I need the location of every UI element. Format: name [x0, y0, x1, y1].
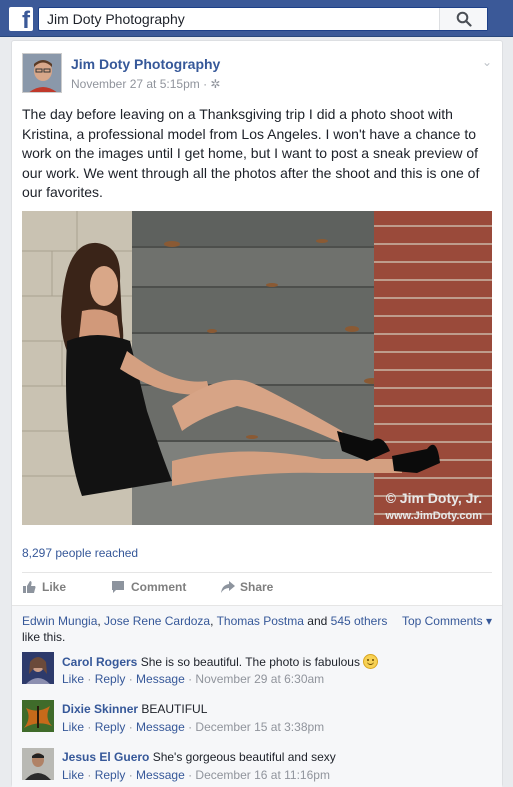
comments-section: Edwin Mungia, Jose Rene Cardoza, Thomas …	[12, 605, 502, 787]
meta-sep: ·	[184, 672, 196, 686]
comment-text: Dixie Skinner BEAUTIFUL	[62, 702, 207, 716]
thumbs-up-icon	[23, 581, 36, 593]
search-button[interactable]	[439, 8, 487, 30]
like-button[interactable]: Like	[23, 580, 67, 594]
commenter-avatar[interactable]	[22, 652, 54, 684]
facebook-logo-icon[interactable]: f	[9, 7, 33, 33]
comment-meta: Like · Reply · Message · December 15 at …	[62, 720, 324, 734]
comment-button[interactable]: Comment	[112, 580, 187, 594]
comment-date[interactable]: November 29 at 6:30am	[195, 672, 324, 686]
comment-message: She's gorgeous beautiful and sexy	[149, 750, 336, 764]
search-icon	[456, 11, 472, 27]
post-time-text: November 27 at 5:15pm ·	[71, 77, 211, 91]
post-card: Jim Doty Photography November 27 at 5:15…	[11, 40, 503, 787]
share-label: Share	[240, 580, 274, 594]
page-avatar[interactable]	[22, 53, 62, 93]
comment-item: Dixie Skinner BEAUTIFUL Like · Reply · M…	[22, 700, 492, 740]
chevron-down-icon[interactable]: ⌄	[482, 55, 492, 69]
commenter-name[interactable]: Jesus El Guero	[62, 750, 149, 764]
commenter-name[interactable]: Carol Rogers	[62, 655, 137, 669]
liker-link-1[interactable]: Edwin Mungia	[22, 614, 97, 628]
meta-sep: ·	[84, 672, 95, 686]
reach-count-text: 8,297 people reached	[22, 546, 139, 560]
meta-sep: ·	[84, 720, 95, 734]
watermark-line2: www.JimDoty.com	[384, 510, 482, 522]
post-body-text: The day before leaving on a Thanksgiving…	[22, 106, 480, 200]
comment-meta: Like · Reply · Message · November 29 at …	[62, 672, 324, 686]
gear-icon: ✲	[210, 77, 221, 91]
comment-like-link[interactable]: Like	[62, 720, 84, 734]
watermark-line1: © Jim Doty, Jr.	[386, 490, 482, 506]
commenter-avatar[interactable]	[22, 748, 54, 780]
top-bar: f	[0, 0, 513, 37]
likes-others-link[interactable]: 545 others	[331, 614, 388, 628]
search-box	[38, 7, 488, 31]
comment-date[interactable]: December 16 at 11:16pm	[195, 768, 330, 782]
share-button[interactable]: Share	[221, 580, 274, 594]
page-name-link[interactable]: Jim Doty Photography	[71, 56, 220, 72]
comment-message: She is so beautiful. The photo is fabulo…	[137, 655, 360, 669]
comment-text: Carol Rogers She is so beautiful. The ph…	[62, 654, 379, 669]
meta-sep: ·	[125, 768, 137, 782]
comment-item: Carol Rogers She is so beautiful. The ph…	[22, 652, 492, 692]
top-comments-dropdown[interactable]: Top Comments ▾	[402, 614, 492, 628]
comment-reply-link[interactable]: Reply	[95, 720, 126, 734]
liker-link-2[interactable]: Jose Rene Cardoza	[104, 614, 210, 628]
comment-message-link[interactable]: Message	[136, 768, 185, 782]
meta-sep: ·	[125, 672, 137, 686]
likes-suffix: like this.	[22, 630, 66, 644]
comment-like-link[interactable]: Like	[62, 672, 84, 686]
likes-summary: Edwin Mungia, Jose Rene Cardoza, Thomas …	[22, 613, 392, 645]
comment-item: Jesus El Guero She's gorgeous beautiful …	[22, 748, 492, 787]
commenter-avatar[interactable]	[22, 700, 54, 732]
search-input[interactable]	[39, 8, 439, 30]
share-arrow-icon	[221, 581, 235, 593]
comment-message-link[interactable]: Message	[136, 672, 185, 686]
likes-and: and	[303, 614, 331, 628]
comment-date[interactable]: December 15 at 3:38pm	[195, 720, 324, 734]
post-timestamp[interactable]: November 27 at 5:15pm · ✲	[71, 77, 220, 91]
meta-sep: ·	[184, 768, 196, 782]
divider	[22, 572, 492, 573]
comment-meta: Like · Reply · Message · December 16 at …	[62, 768, 330, 782]
meta-sep: ·	[84, 768, 95, 782]
comment-icon	[112, 581, 124, 593]
comment-reply-link[interactable]: Reply	[95, 768, 126, 782]
comment-label: Comment	[131, 580, 187, 594]
comment-message: BEAUTIFUL	[138, 702, 208, 716]
meta-sep: ·	[125, 720, 137, 734]
action-bar: Like Comment Share	[22, 578, 492, 598]
commenter-name[interactable]: Dixie Skinner	[62, 702, 138, 716]
meta-sep: ·	[184, 720, 196, 734]
smiley-emoji-icon	[363, 654, 379, 669]
reach-count[interactable]: 8,297 people reached	[22, 546, 138, 560]
comment-like-link[interactable]: Like	[62, 768, 84, 782]
comment-text: Jesus El Guero She's gorgeous beautiful …	[62, 750, 336, 764]
comment-message-link[interactable]: Message	[136, 720, 185, 734]
liker-link-3[interactable]: Thomas Postma	[217, 614, 304, 628]
post-photo[interactable]: © Jim Doty, Jr. www.JimDoty.com	[22, 211, 492, 525]
like-label: Like	[42, 580, 67, 594]
comment-reply-link[interactable]: Reply	[95, 672, 126, 686]
